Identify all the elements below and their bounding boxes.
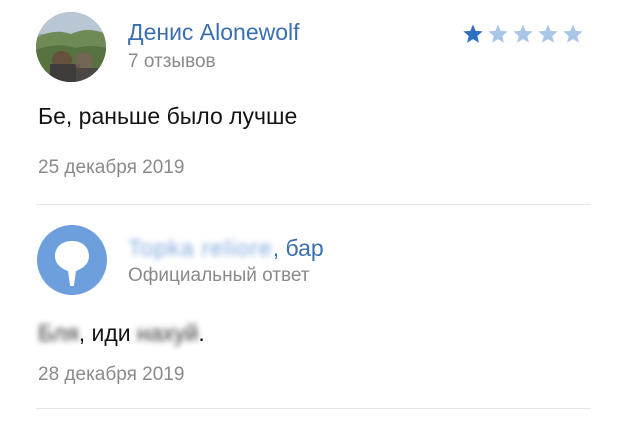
organization-name-redacted: Topka reliore <box>128 235 273 261</box>
organization-name[interactable]: Topka reliore, бар <box>128 235 324 262</box>
official-reply: Topka reliore, бар Официальный ответ Бля… <box>0 206 625 427</box>
reply-text: Бля, иди нахуй. <box>38 320 205 347</box>
review-date: 25 декабря 2019 <box>38 157 185 178</box>
reply-text-end: . <box>198 320 205 346</box>
user-review: Денис Alonewolf 7 отзывов Бе, раньше был… <box>0 0 625 206</box>
reply-text-middle: , иди <box>78 320 131 346</box>
divider <box>36 204 591 205</box>
reply-date: 28 декабря 2019 <box>38 364 185 385</box>
review-author-name[interactable]: Денис Alonewolf <box>128 19 300 46</box>
review-author-reviews-count: 7 отзывов <box>128 51 216 72</box>
user-avatar[interactable] <box>36 12 106 82</box>
star-rating <box>462 20 587 48</box>
pin-icon <box>55 241 89 287</box>
reply-word-redacted-2: нахуй <box>137 320 199 346</box>
reply-word-redacted-1: Бля <box>38 320 79 346</box>
star-icon-1 <box>463 24 483 43</box>
review-text: Бе, раньше было лучше <box>38 103 298 129</box>
organization-avatar[interactable] <box>37 225 107 295</box>
official-reply-label: Официальный ответ <box>128 265 310 286</box>
star-icon-5 <box>563 24 583 43</box>
reviews-page: Денис Alonewolf 7 отзывов Бе, раньше был… <box>0 0 625 427</box>
avatar-photo-image <box>36 12 106 82</box>
star-icon-4 <box>538 24 558 43</box>
organization-type: , бар <box>272 235 324 261</box>
divider <box>36 408 591 409</box>
star-icon-3 <box>513 24 533 43</box>
star-icon-2 <box>488 24 508 43</box>
